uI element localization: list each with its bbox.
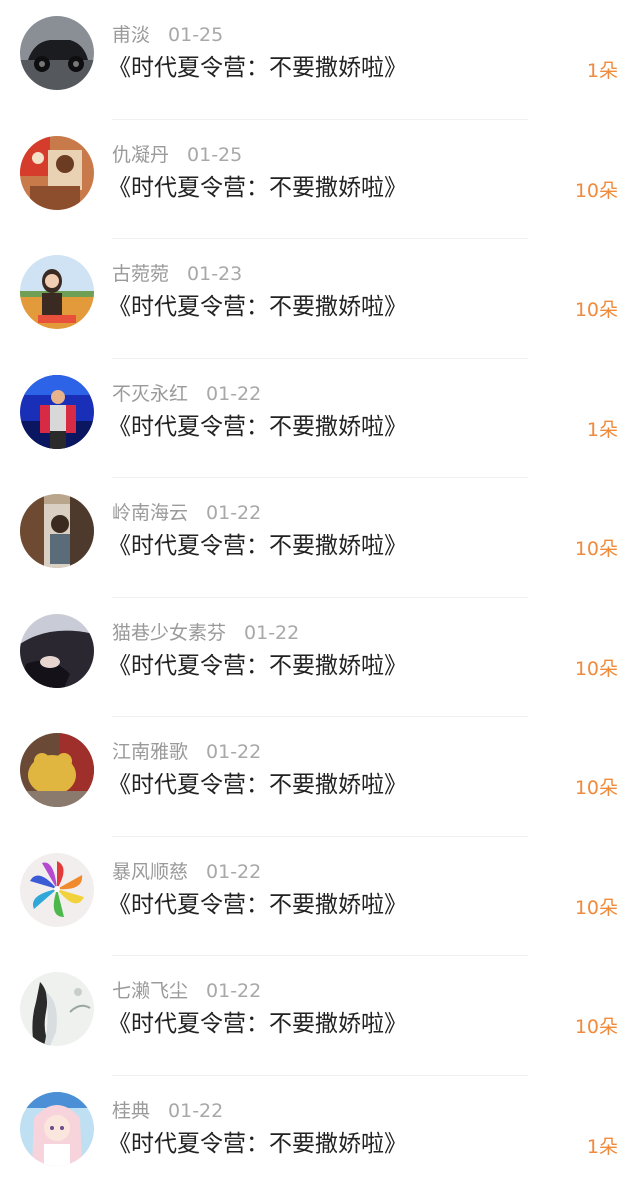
list-item[interactable]: 江南雅歌 01-22 《时代夏令营：不要撒娇啦》 10朵 xyxy=(0,717,640,837)
gift-date: 01-22 xyxy=(168,1100,223,1122)
user-name[interactable]: 桂典 xyxy=(112,1100,150,1122)
flower-count: 10朵 xyxy=(575,297,618,323)
flower-count: 10朵 xyxy=(575,656,618,682)
item-title[interactable]: 《时代夏令营：不要撒娇啦》 xyxy=(108,172,407,204)
flower-count: 10朵 xyxy=(575,895,618,921)
user-name[interactable]: 甫淡 xyxy=(112,24,150,46)
avatar[interactable] xyxy=(20,136,94,210)
flower-count: 1朵 xyxy=(587,1134,618,1160)
name-line: 暴风顺慈 01-22 xyxy=(112,859,261,885)
gift-date: 01-22 xyxy=(206,861,261,883)
user-name[interactable]: 猫巷少女素芬 xyxy=(112,622,226,644)
avatar[interactable] xyxy=(20,853,94,927)
name-line: 江南雅歌 01-22 xyxy=(112,739,261,765)
avatar[interactable] xyxy=(20,733,94,807)
list-item[interactable]: 暴风顺慈 01-22 《时代夏令营：不要撒娇啦》 10朵 xyxy=(0,837,640,957)
avatar[interactable] xyxy=(20,375,94,449)
gift-list: 甫淡 01-25 《时代夏令营：不要撒娇啦》 1朵 仇凝丹 01-25 《时代夏令营… xyxy=(0,0,640,1184)
gift-date: 01-25 xyxy=(187,144,242,166)
gift-date: 01-22 xyxy=(206,980,261,1002)
list-item[interactable]: 不灭永红 01-22 《时代夏令营：不要撒娇啦》 1朵 xyxy=(0,359,640,479)
flower-count: 10朵 xyxy=(575,178,618,204)
name-line: 岭南海云 01-22 xyxy=(112,500,261,526)
list-item[interactable]: 甫淡 01-25 《时代夏令营：不要撒娇啦》 1朵 xyxy=(0,0,640,120)
name-line: 桂典 01-22 xyxy=(112,1098,223,1124)
flower-count: 1朵 xyxy=(587,417,618,443)
item-title[interactable]: 《时代夏令营：不要撒娇啦》 xyxy=(108,530,407,562)
item-title[interactable]: 《时代夏令营：不要撒娇啦》 xyxy=(108,650,407,682)
item-title[interactable]: 《时代夏令营：不要撒娇啦》 xyxy=(108,1128,407,1160)
name-line: 不灭永红 01-22 xyxy=(112,381,261,407)
name-line: 猫巷少女素芬 01-22 xyxy=(112,620,299,646)
list-item[interactable]: 猫巷少女素芬 01-22 《时代夏令营：不要撒娇啦》 10朵 xyxy=(0,598,640,718)
gift-date: 01-22 xyxy=(244,622,299,644)
name-line: 甫淡 01-25 xyxy=(112,22,223,48)
item-title[interactable]: 《时代夏令营：不要撒娇啦》 xyxy=(108,52,407,84)
list-item[interactable]: 岭南海云 01-22 《时代夏令营：不要撒娇啦》 10朵 xyxy=(0,478,640,598)
flower-count: 10朵 xyxy=(575,536,618,562)
user-name[interactable]: 岭南海云 xyxy=(112,502,188,524)
user-name[interactable]: 不灭永红 xyxy=(112,383,188,405)
gift-date: 01-22 xyxy=(206,383,261,405)
avatar[interactable] xyxy=(20,614,94,688)
list-item[interactable]: 桂典 01-22 《时代夏令营：不要撒娇啦》 1朵 xyxy=(0,1076,640,1195)
gift-date: 01-25 xyxy=(168,24,223,46)
flower-count: 10朵 xyxy=(575,1014,618,1040)
user-name[interactable]: 古菀菀 xyxy=(112,263,169,285)
list-item[interactable]: 仇凝丹 01-25 《时代夏令营：不要撒娇啦》 10朵 xyxy=(0,120,640,240)
list-item[interactable]: 七濑飞尘 01-22 《时代夏令营：不要撒娇啦》 10朵 xyxy=(0,956,640,1076)
item-title[interactable]: 《时代夏令营：不要撒娇啦》 xyxy=(108,411,407,443)
avatar[interactable] xyxy=(20,255,94,329)
user-name[interactable]: 仇凝丹 xyxy=(112,144,169,166)
name-line: 仇凝丹 01-25 xyxy=(112,142,242,168)
user-name[interactable]: 暴风顺慈 xyxy=(112,861,188,883)
avatar[interactable] xyxy=(20,16,94,90)
item-title[interactable]: 《时代夏令营：不要撒娇啦》 xyxy=(108,291,407,323)
flower-count: 10朵 xyxy=(575,775,618,801)
gift-date: 01-22 xyxy=(206,741,261,763)
avatar[interactable] xyxy=(20,1092,94,1166)
avatar[interactable] xyxy=(20,494,94,568)
avatar[interactable] xyxy=(20,972,94,1046)
item-title[interactable]: 《时代夏令营：不要撒娇啦》 xyxy=(108,1008,407,1040)
gift-date: 01-22 xyxy=(206,502,261,524)
user-name[interactable]: 七濑飞尘 xyxy=(112,980,188,1002)
flower-count: 1朵 xyxy=(587,58,618,84)
gift-date: 01-23 xyxy=(187,263,242,285)
name-line: 七濑飞尘 01-22 xyxy=(112,978,261,1004)
list-item[interactable]: 古菀菀 01-23 《时代夏令营：不要撒娇啦》 10朵 xyxy=(0,239,640,359)
name-line: 古菀菀 01-23 xyxy=(112,261,242,287)
item-title[interactable]: 《时代夏令营：不要撒娇啦》 xyxy=(108,889,407,921)
user-name[interactable]: 江南雅歌 xyxy=(112,741,188,763)
item-title[interactable]: 《时代夏令营：不要撒娇啦》 xyxy=(108,769,407,801)
